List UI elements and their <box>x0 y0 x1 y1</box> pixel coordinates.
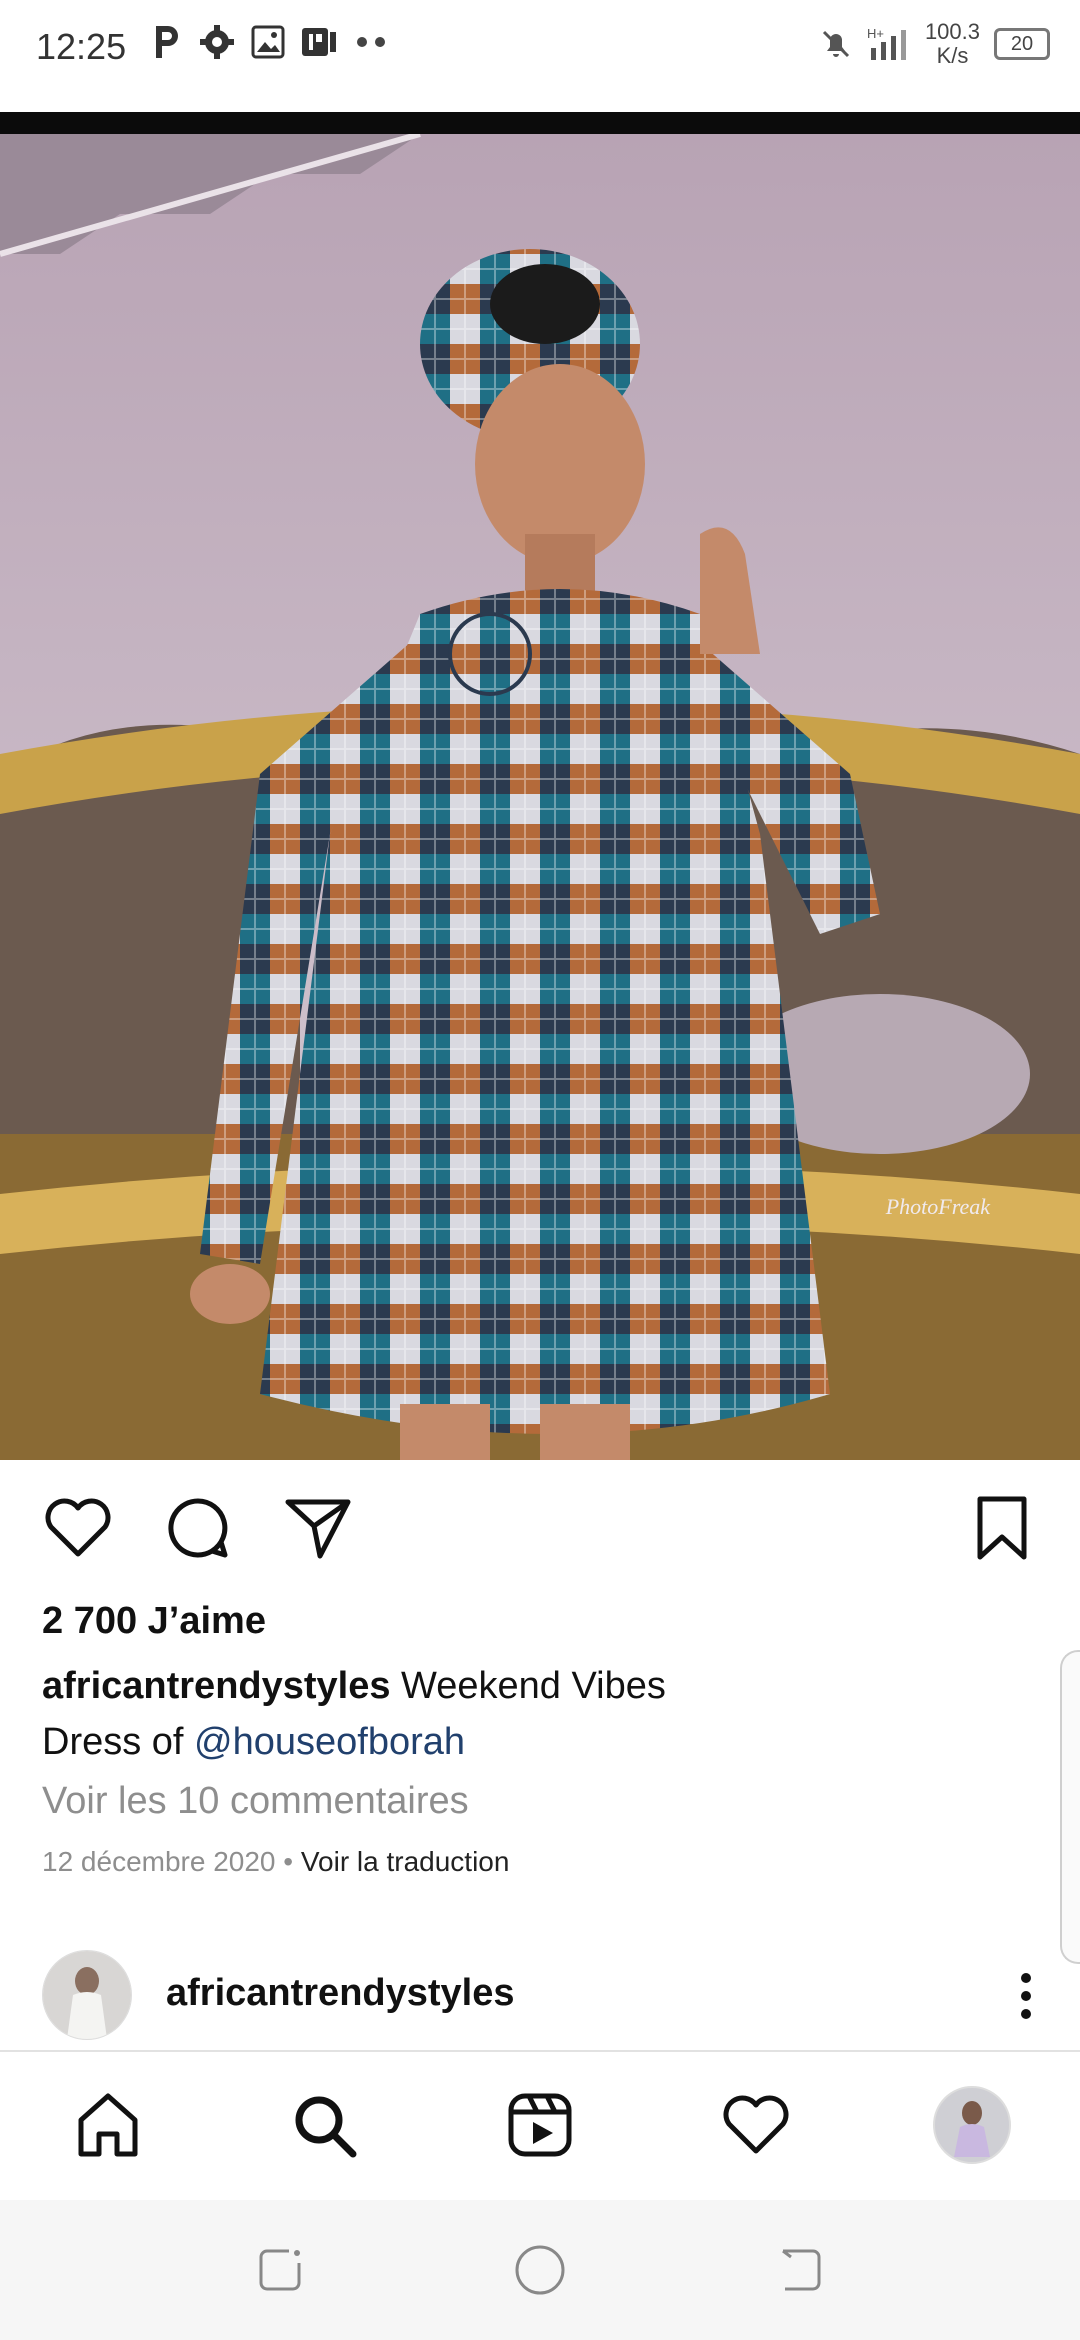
nav-reels[interactable] <box>495 2080 585 2170</box>
photo-watermark: PhotoFreak <box>885 1194 991 1219</box>
post-caption: africantrendystyles Weekend Vibes Dress … <box>42 1658 1022 1770</box>
like-count[interactable]: 2 700 J’aime <box>42 1600 266 1643</box>
nav-home[interactable] <box>63 2080 153 2170</box>
caption-text: Weekend Vibes <box>390 1665 666 1707</box>
more-dots-icon <box>357 37 385 47</box>
home-system-button[interactable] <box>510 2240 570 2300</box>
back-icon <box>782 2249 821 2291</box>
recents-icon <box>259 2249 301 2291</box>
caption-mention-link[interactable]: @houseofborah <box>194 1721 465 1763</box>
signal-icon: H+ <box>867 26 906 60</box>
back-button[interactable] <box>770 2240 830 2300</box>
meta-separator: • <box>275 1846 301 1877</box>
comment-icon <box>168 1498 228 1558</box>
save-button[interactable] <box>966 1492 1038 1564</box>
reels-icon <box>508 2093 572 2157</box>
avatar[interactable] <box>42 1950 132 2040</box>
bookmark-icon <box>977 1496 1027 1560</box>
circle-home-icon <box>515 2245 565 2295</box>
view-comments-link[interactable]: Voir les 10 commentaires <box>42 1780 469 1823</box>
home-icon <box>78 2093 138 2157</box>
status-bar: 12:25 H+ 100.3 K/s 20 <box>0 0 1080 112</box>
notification-icons <box>150 22 392 62</box>
caption-username[interactable]: africantrendystyles <box>42 1665 391 1707</box>
net-speed-unit: K/s <box>936 43 969 68</box>
net-speed-value: 100.3 <box>924 19 980 44</box>
heart-icon <box>45 1498 111 1557</box>
parking-icon <box>156 26 178 58</box>
app-icon <box>302 28 336 56</box>
image-icon <box>251 25 285 59</box>
post-header-bar <box>0 112 1080 134</box>
like-button[interactable] <box>42 1492 114 1564</box>
post-photo[interactable]: PhotoFreak <box>0 134 1080 1460</box>
post-date: 12 décembre 2020 <box>42 1846 276 1877</box>
side-panel-handle[interactable] <box>1060 1650 1080 1964</box>
recents-button[interactable] <box>250 2240 310 2300</box>
heart-icon <box>723 2095 789 2154</box>
nav-activity[interactable] <box>711 2080 801 2170</box>
mute-bell-icon <box>822 30 849 58</box>
caption-line2: Dress of <box>42 1721 195 1763</box>
translate-link[interactable]: Voir la traduction <box>301 1846 510 1877</box>
share-button[interactable] <box>282 1492 354 1564</box>
search-icon <box>295 2096 357 2158</box>
status-time: 12:25 <box>36 26 127 67</box>
bottom-navigation <box>0 2050 1080 2202</box>
post-actions <box>0 1492 1080 1564</box>
profile-avatar <box>933 2086 1011 2164</box>
nav-profile[interactable] <box>927 2080 1017 2170</box>
system-navigation-bar <box>0 2200 1080 2340</box>
svg-text:H+: H+ <box>867 26 884 41</box>
battery-indicator: 20 <box>994 28 1050 60</box>
gear-icon <box>200 25 234 59</box>
net-speed: 100.3 K/s <box>925 20 980 68</box>
post-meta: 12 décembre 2020 • Voir la traduction <box>42 1846 509 1878</box>
next-post-username[interactable]: africantrendystyles <box>166 1972 515 2015</box>
fashion-photo-illustration: PhotoFreak <box>0 134 1080 1460</box>
comment-button[interactable] <box>162 1492 234 1564</box>
nav-search[interactable] <box>279 2080 369 2170</box>
more-options-icon[interactable] <box>1018 1970 1034 2022</box>
send-icon <box>285 1499 351 1559</box>
next-post-header: africantrendystyles <box>0 1950 1080 2046</box>
system-status: H+ 100.3 K/s 20 <box>819 20 1050 68</box>
